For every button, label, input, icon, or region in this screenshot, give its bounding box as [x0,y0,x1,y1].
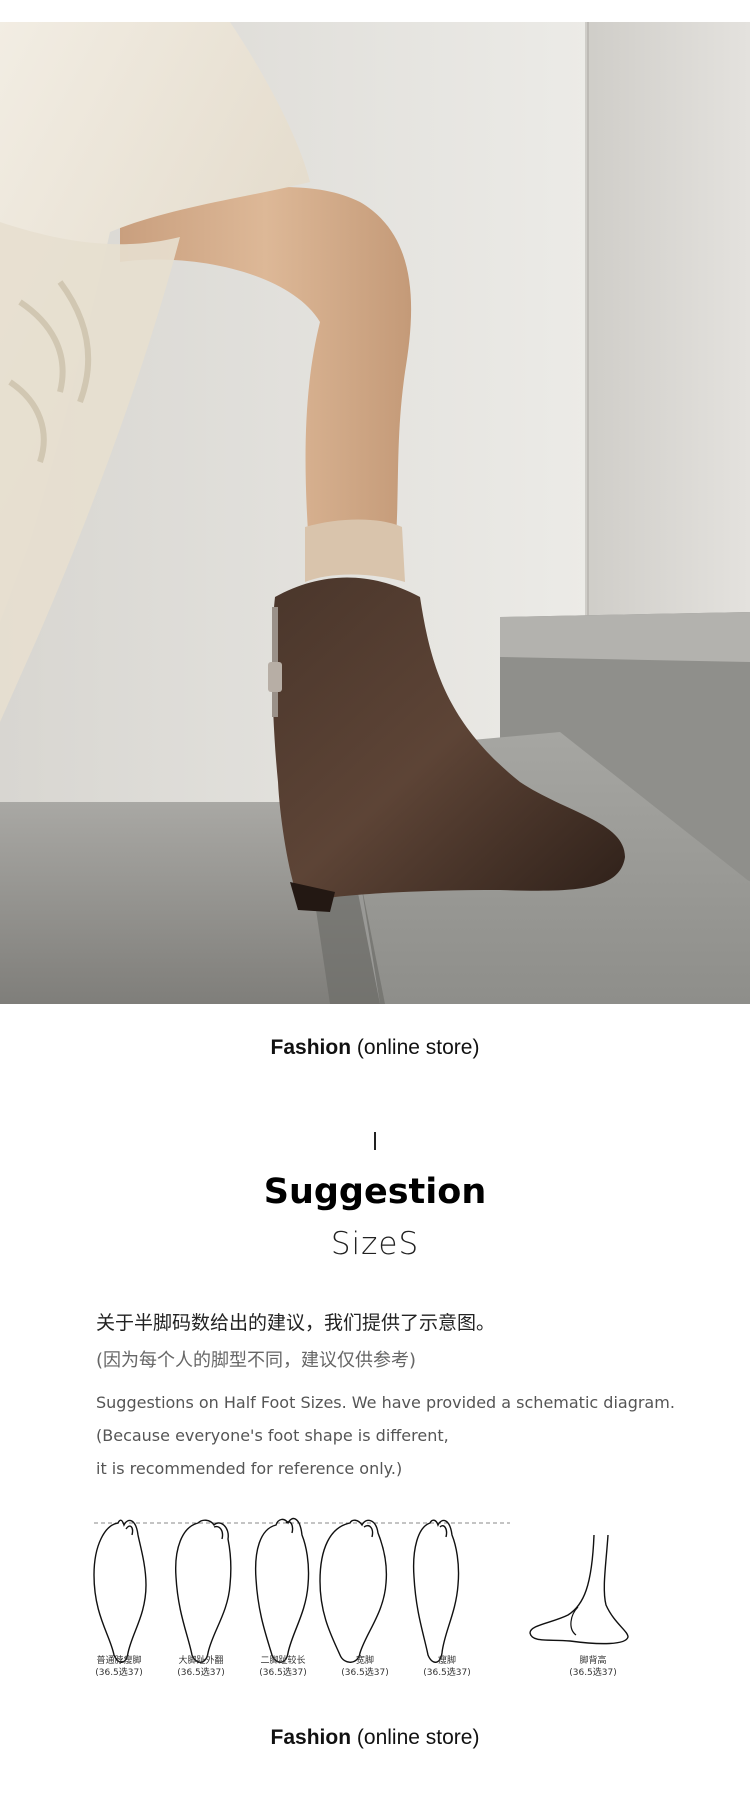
foot-outline-long-second-toe [254,1517,310,1663]
foot-label-5: 瘦脚 (36.5选37) [423,1656,471,1678]
brand-subtitle-bottom: (online store) [356,1726,480,1749]
brand-name: Fashion [270,1036,357,1059]
boot-photo-illustration [0,22,750,1004]
foot-outline-high-instep [529,1534,629,1645]
brand-subtitle: (online store) [356,1036,480,1059]
foot-outline-wide [319,1519,388,1663]
heading-divider-mark [374,1132,376,1150]
foot-label-4: 宽脚 (36.5选37) [341,1656,389,1678]
cn-description-line1: 关于半脚码数给出的建议，我们提供了示意图。 [96,1312,496,1334]
foot-label-1: 普通脖瘦脚 (36.5选37) [95,1656,143,1678]
en-description-line2: (Because everyone's foot shape is differ… [96,1426,449,1445]
brand-line-bottom: Fashion (online store) [0,1726,750,1750]
section-subtitle: SizeS [330,1226,420,1262]
foot-label-3: 二脚趾较长 (36.5选37) [259,1656,307,1678]
section-title: Suggestion [263,1172,487,1212]
en-description-line1: Suggestions on Half Foot Sizes. We have … [96,1393,675,1412]
hero-photo [0,22,750,1004]
brand-name-bottom: Fashion [270,1726,357,1749]
cn-description-line2: (因为每个人的脚型不同，建议仅供参考) [96,1350,417,1371]
foot-outline-bunion [175,1519,232,1663]
foot-label-6: 脚背高 (36.5选37) [569,1656,617,1678]
brand-line-top: Fashion (online store) [0,1036,750,1060]
foot-outline-normal-slim [93,1519,147,1663]
foot-shape-diagram: 普通脖瘦脚 (36.5选37) 大脚趾外翻 (36.5选37) 二脚趾较长 (36.5… [80,1505,680,1695]
en-description-line3: it is recommended for reference only.) [96,1459,403,1478]
foot-label-2: 大脚趾外翻 (36.5选37) [177,1656,225,1678]
foot-outline-slim [412,1519,460,1663]
